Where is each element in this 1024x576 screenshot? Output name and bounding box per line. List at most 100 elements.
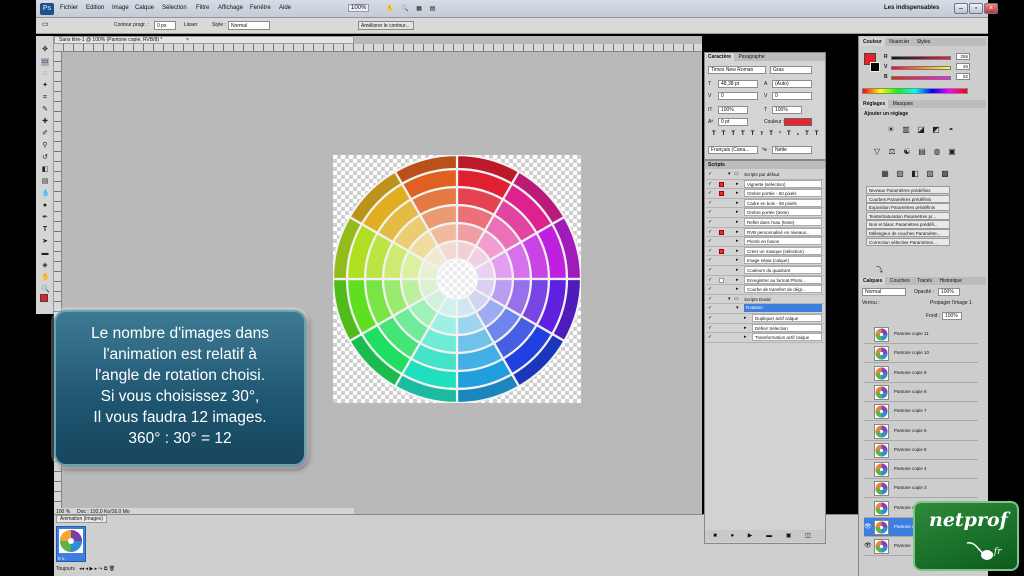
menu-aide[interactable]: Aide bbox=[279, 5, 291, 11]
clone-stamp-icon[interactable]: ⚲ bbox=[41, 142, 49, 150]
style-select[interactable]: Normal bbox=[228, 21, 270, 30]
frame-delay[interactable]: 0 s. bbox=[58, 556, 65, 561]
preset-item[interactable]: Courbes Paramètres prédéfinis bbox=[866, 194, 950, 203]
antialias-select[interactable]: Nette bbox=[772, 146, 812, 154]
adjustment-icon[interactable]: ◓ bbox=[946, 125, 956, 134]
action-toggle-checkbox[interactable]: ✓ bbox=[708, 296, 713, 302]
layer-row[interactable]: Pantone copie 5 bbox=[864, 441, 978, 460]
color-spectrum-bar[interactable] bbox=[862, 88, 968, 94]
font-style-select[interactable]: Gras bbox=[770, 66, 812, 74]
tab-traces[interactable]: Tracés bbox=[914, 277, 935, 285]
layer-row[interactable]: Pantone copie 10 bbox=[864, 344, 978, 364]
layer-row[interactable]: Pantone copie 7 bbox=[864, 402, 978, 422]
tab-couches[interactable]: Couches bbox=[887, 277, 913, 285]
expand-triangle-icon[interactable]: ▾ bbox=[728, 170, 731, 179]
action-toggle-checkbox[interactable]: ✓ bbox=[708, 316, 713, 321]
expand-triangle-icon[interactable]: ▸ bbox=[736, 237, 739, 246]
blend-mode-select[interactable]: Normal bbox=[862, 288, 906, 296]
allcaps-button[interactable]: TT bbox=[731, 131, 750, 137]
marquee-tool-icon[interactable]: ▭ bbox=[41, 58, 49, 66]
layer-visibility-eye-icon[interactable] bbox=[864, 505, 872, 512]
expand-triangle-icon[interactable]: ▸ bbox=[744, 333, 747, 342]
lisser-label[interactable]: Lisser bbox=[184, 22, 197, 28]
eraser-icon[interactable]: ◧ bbox=[41, 166, 49, 174]
restore-icon[interactable]: ▫ bbox=[969, 3, 983, 14]
action-row[interactable]: ✓ ▾ Scripts David ▭ bbox=[706, 295, 824, 305]
path-select-icon[interactable]: ➤ bbox=[41, 238, 49, 246]
propagate-checkbox[interactable]: Propager l'image 1 bbox=[930, 300, 972, 306]
lasso-tool-icon[interactable]: ◌ bbox=[41, 70, 49, 78]
gradient-tool-icon[interactable]: ▤ bbox=[41, 178, 49, 186]
tab-calques[interactable]: Calques bbox=[860, 277, 886, 285]
close-tab-icon[interactable]: × bbox=[186, 37, 189, 43]
foreground-color-swatch[interactable] bbox=[40, 294, 48, 302]
adjustment-icon[interactable]: ▨ bbox=[925, 169, 935, 178]
language-select[interactable]: Français (Cana... bbox=[708, 146, 758, 154]
eyedropper-icon[interactable]: ✎ bbox=[41, 106, 49, 114]
layer-visibility-eye-icon[interactable]: 👁 bbox=[864, 524, 872, 531]
layer-visibility-eye-icon[interactable] bbox=[864, 447, 872, 454]
action-toggle-checkbox[interactable]: ✓ bbox=[708, 229, 713, 235]
refine-edge-button[interactable]: Améliorer le contour... bbox=[358, 21, 414, 30]
layer-visibility-eye-icon[interactable] bbox=[864, 370, 872, 377]
menu-selection[interactable]: Sélection bbox=[162, 5, 187, 11]
move-tool-icon[interactable]: ✥ bbox=[41, 46, 49, 54]
3d-tool-icon[interactable]: ◈ bbox=[41, 262, 49, 270]
adjust-footer-icon[interactable]: ⤵ bbox=[876, 265, 883, 275]
preset-item[interactable]: Exposition Paramètres prédéfinis bbox=[866, 203, 950, 212]
adjustment-icon[interactable]: ⚖ bbox=[887, 147, 897, 156]
action-row[interactable]: ✓ ▸ Dupliquer actif calque bbox=[706, 314, 824, 324]
minimize-icon[interactable]: – bbox=[954, 3, 968, 14]
expand-triangle-icon[interactable]: ▸ bbox=[736, 266, 739, 275]
tab-couleur[interactable]: Couleur bbox=[860, 38, 885, 46]
pen-tool-icon[interactable]: ✒ bbox=[41, 214, 49, 222]
adjustment-icon[interactable]: ▩ bbox=[940, 169, 950, 178]
channel-v-slider[interactable] bbox=[891, 66, 951, 70]
adjustment-icon[interactable]: ▣ bbox=[947, 147, 957, 156]
expand-triangle-icon[interactable]: ▾ bbox=[728, 295, 731, 304]
layer-visibility-eye-icon[interactable] bbox=[864, 331, 872, 338]
action-row[interactable]: ✓ ▸ Ombre portée - 50 pixels bbox=[706, 189, 824, 199]
expand-triangle-icon[interactable]: ▸ bbox=[736, 180, 739, 189]
action-row[interactable]: ✓ ▸ Transformation actif calque bbox=[706, 333, 824, 343]
adjustment-icon[interactable]: ◩ bbox=[931, 125, 941, 134]
action-row[interactable]: ✓ ▾ Scripts par défaut ▭ bbox=[706, 170, 824, 180]
action-toggle-checkbox[interactable]: ✓ bbox=[708, 277, 713, 283]
action-toggle-checkbox[interactable]: ✓ bbox=[708, 325, 713, 331]
action-dialog-toggle[interactable] bbox=[719, 191, 724, 197]
action-toggle-checkbox[interactable]: ✓ bbox=[708, 258, 713, 263]
layer-visibility-eye-icon[interactable] bbox=[864, 389, 872, 396]
opacity-field[interactable]: 100% bbox=[938, 288, 960, 296]
layer-row[interactable]: Pantone copie 3 bbox=[864, 479, 978, 499]
action-dialog-toggle[interactable] bbox=[719, 229, 724, 235]
action-dialog-toggle[interactable] bbox=[719, 248, 724, 254]
brush-tool-icon[interactable]: ✐ bbox=[41, 130, 49, 138]
crop-tool-icon[interactable]: ⌗ bbox=[41, 94, 49, 102]
action-row[interactable]: ✓ ▸ RVB personnalisé en niveaux... bbox=[706, 227, 824, 238]
menu-fichier[interactable]: Fichier bbox=[60, 5, 78, 11]
channel-r-value[interactable]: 255 bbox=[956, 53, 970, 60]
leading-field[interactable]: (Auto) bbox=[772, 80, 812, 88]
expand-triangle-icon[interactable]: ▾ bbox=[736, 304, 739, 313]
color-background-swatch[interactable] bbox=[870, 62, 880, 72]
action-toggle-checkbox[interactable]: ✓ bbox=[708, 248, 713, 254]
layer-row[interactable]: Pantone copie 9 bbox=[864, 364, 978, 383]
bold-button[interactable]: T bbox=[712, 131, 722, 137]
channel-b-slider[interactable] bbox=[891, 76, 951, 80]
kerning-field[interactable]: 0 bbox=[718, 92, 758, 100]
layer-row[interactable]: Pantone copie 4 bbox=[864, 460, 978, 480]
action-row[interactable]: ✓ ▾ Rotation bbox=[706, 304, 824, 314]
adjustment-icon[interactable]: ▽ bbox=[872, 147, 882, 156]
zoom-tool-icon[interactable]: 🔍 bbox=[41, 286, 50, 294]
action-dialog-toggle[interactable] bbox=[719, 277, 724, 283]
loop-select[interactable]: Toujours bbox=[56, 566, 75, 572]
tab-reglages[interactable]: Réglages bbox=[860, 100, 889, 108]
expand-triangle-icon[interactable]: ▸ bbox=[736, 247, 739, 256]
action-toggle-checkbox[interactable]: ✓ bbox=[708, 287, 713, 292]
italic-button[interactable]: T bbox=[722, 131, 732, 137]
tab-historique[interactable]: Historique bbox=[936, 277, 965, 285]
shape-tool-icon[interactable]: ▬ bbox=[41, 250, 49, 258]
action-toggle-checkbox[interactable]: ✓ bbox=[708, 239, 713, 244]
underline-button[interactable]: T bbox=[805, 131, 815, 137]
healing-brush-icon[interactable]: ✚ bbox=[41, 118, 49, 126]
